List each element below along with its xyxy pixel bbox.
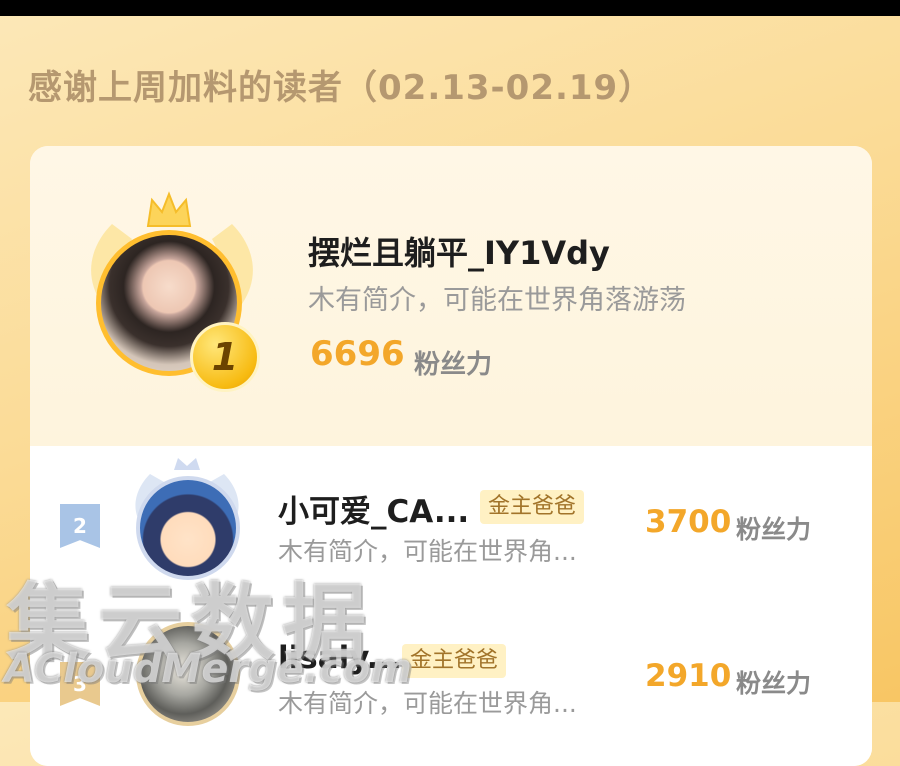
fan-score-unit: 粉丝力 xyxy=(736,669,812,698)
status-bar xyxy=(0,0,900,16)
page-title: 感谢上周加料的读者（02.13-02.19） xyxy=(28,68,654,108)
fan-score-rank-1: 6696 xyxy=(310,334,405,374)
watermark-url: ACloudMerge.com xyxy=(4,646,412,692)
rank-2-number: 2 xyxy=(73,514,87,538)
gold-medal-icon: 1 xyxy=(190,322,260,392)
crown-icon xyxy=(146,191,192,227)
user-name-rank-2[interactable]: 小可爱_CA... xyxy=(278,486,469,531)
fan-score-rank-3: 2910 xyxy=(645,658,732,694)
fan-score-unit: 粉丝力 xyxy=(736,515,812,544)
rank-1-number: 1 xyxy=(211,335,239,379)
fan-score-unit: 粉丝力 xyxy=(414,350,493,380)
patron-badge: 金主爸爸 xyxy=(402,644,507,678)
fan-score-rank-2: 3700 xyxy=(645,504,732,540)
patron-badge: 金主爸爸 xyxy=(480,490,585,524)
user-name-rank-1[interactable]: 摆烂且躺平_IY1Vdy xyxy=(308,228,610,274)
user-bio-rank-1: 木有简介，可能在世界角落游荡 xyxy=(308,285,686,316)
